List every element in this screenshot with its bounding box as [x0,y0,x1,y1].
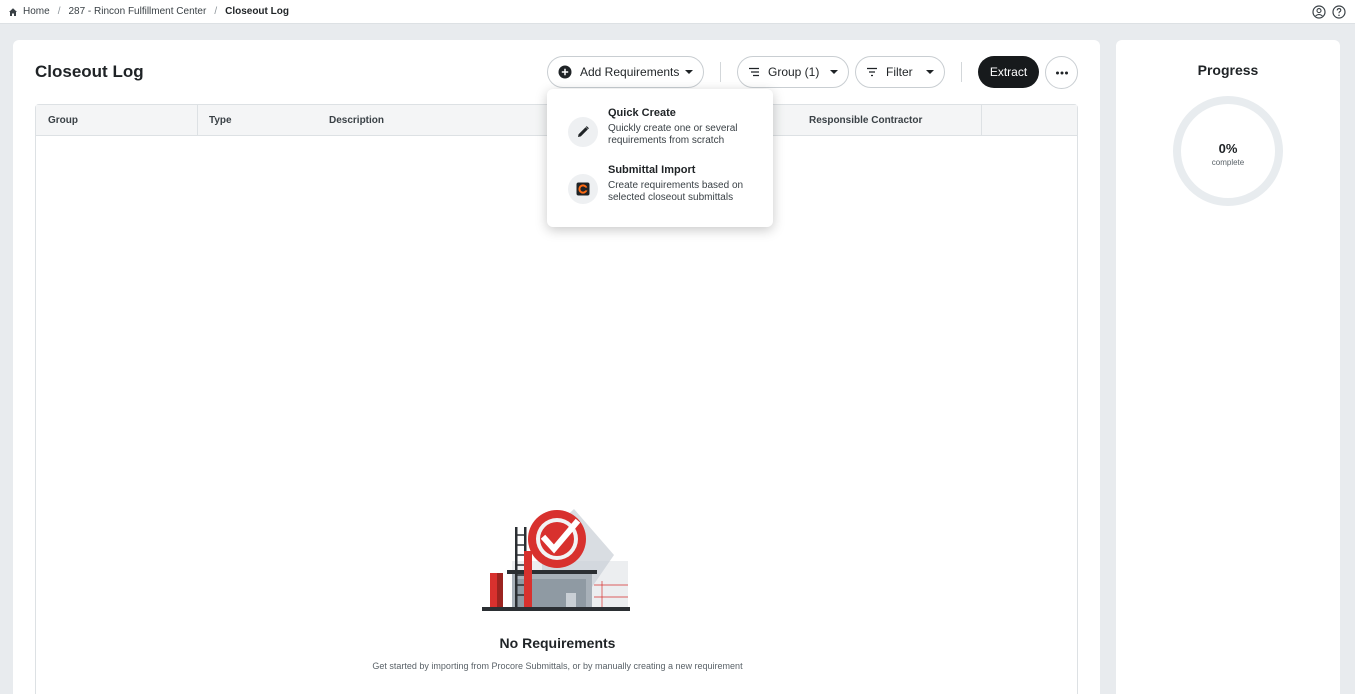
breadcrumb-current-label: Closeout Log [225,6,289,17]
progress-card: Progress 0% complete [1116,40,1340,694]
breadcrumb-project[interactable]: 287 - Rincon Fulfillment Center [68,6,206,17]
procore-logo-icon [568,174,598,204]
group-lines-icon [749,67,759,77]
column-header-responsible-contractor[interactable]: Responsible Contractor [797,105,981,136]
help-icon[interactable] [1332,5,1346,19]
breadcrumb-current: Closeout Log [225,6,289,17]
column-header-type[interactable]: Type [197,105,317,136]
add-requirements-label: Add Requirements [580,65,680,79]
group-label: Group (1) [768,65,820,79]
breadcrumb-bar: Home / 287 - Rincon Fulfillment Center /… [0,0,1355,24]
filter-button[interactable]: Filter [855,56,945,88]
filter-label: Filter [886,65,913,79]
page-title: Closeout Log [35,62,144,81]
breadcrumb-project-label: 287 - Rincon Fulfillment Center [68,6,207,17]
empty-state-subtitle: Get started by importing from Procore Su… [372,661,743,671]
empty-state-illustration [482,509,630,611]
menu-item-title: Submittal Import [608,164,696,176]
home-icon [9,7,17,16]
menu-item-description: Create requirements based on selected cl… [608,180,744,203]
chevron-down-icon [685,70,693,74]
toolbar-divider [961,62,962,82]
breadcrumb-separator: / [57,6,61,17]
breadcrumb-separator: / [214,6,218,17]
chevron-down-icon [926,70,934,74]
menu-item-quick-create[interactable]: Quick Create Quickly create one or sever… [547,107,773,157]
more-horizontal-icon [1055,71,1068,74]
more-options-button[interactable] [1045,56,1078,89]
menu-item-title: Quick Create [608,107,676,119]
progress-caption: complete [1211,158,1245,167]
column-divider[interactable] [981,105,982,136]
pencil-icon [568,117,598,147]
breadcrumb-home[interactable]: Home [8,6,50,17]
menu-item-submittal-import[interactable]: Submittal Import Create requirements bas… [547,164,773,214]
filter-icon [867,67,877,77]
group-button[interactable]: Group (1) [737,56,849,88]
toolbar-divider [720,62,721,82]
progress-title: Progress [1197,62,1259,78]
extract-label: Extract [989,65,1028,79]
chevron-down-icon [830,70,838,74]
progress-percent: 0% [1218,141,1238,156]
add-requirements-button[interactable]: Add Requirements [547,56,704,88]
menu-item-description: Quickly create one or several requiremen… [608,123,738,146]
account-icon[interactable] [1312,5,1326,19]
extract-button[interactable]: Extract [978,56,1039,88]
empty-state-title: No Requirements [499,635,616,651]
breadcrumb-home-label: Home [23,6,50,17]
add-requirements-menu: Quick Create Quickly create one or sever… [547,89,773,227]
column-header-group[interactable]: Group [36,105,197,136]
plus-circle-icon [558,65,572,79]
